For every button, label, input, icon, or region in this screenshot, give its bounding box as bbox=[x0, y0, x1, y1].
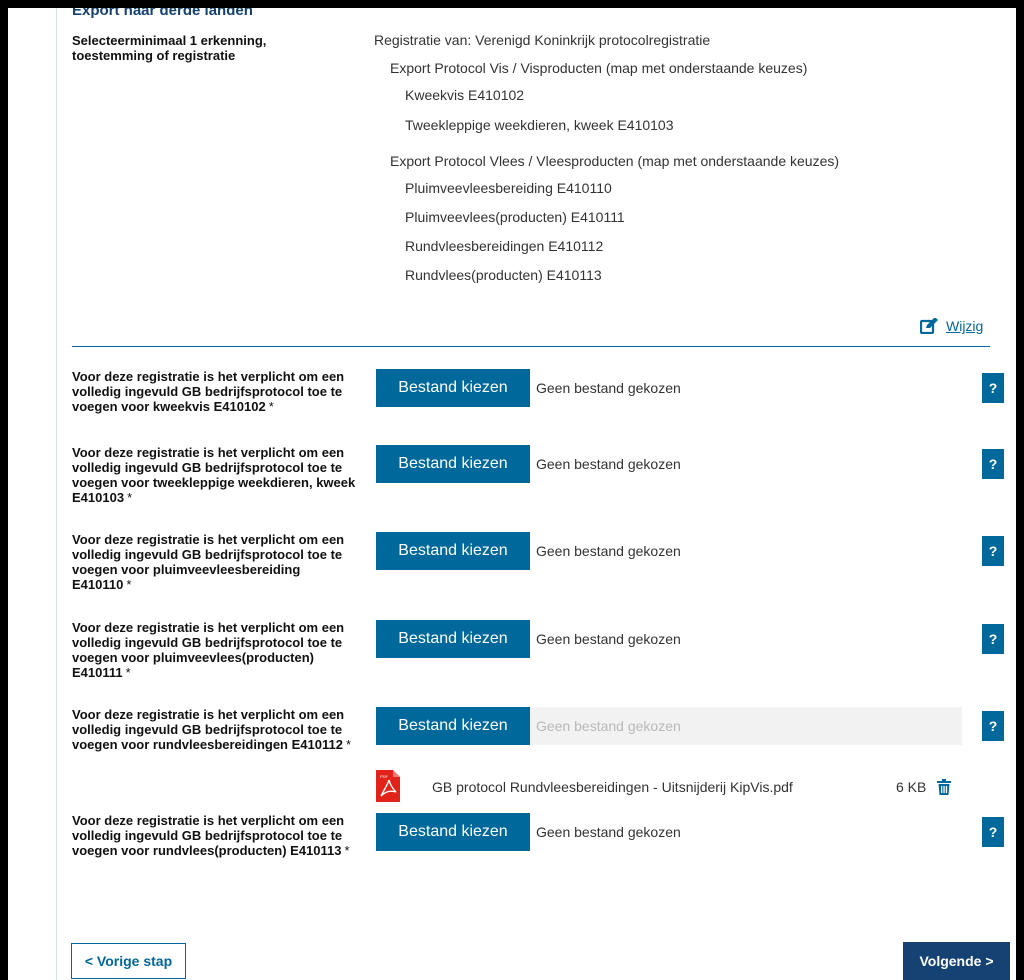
file-uploader: Bestand kiezen Geen bestand gekozen bbox=[376, 813, 962, 851]
upload-label: Voor deze registratie is het verplicht o… bbox=[72, 707, 362, 752]
required-marker: * bbox=[125, 665, 131, 680]
choose-file-button[interactable]: Bestand kiezen bbox=[376, 707, 530, 745]
file-status: Geen bestand gekozen bbox=[536, 824, 681, 840]
choose-file-button[interactable]: Bestand kiezen bbox=[376, 813, 530, 851]
previous-step-button[interactable]: < Vorige stap bbox=[71, 943, 186, 979]
required-marker: * bbox=[344, 843, 350, 858]
selection-label: Selecteerminimaal 1 erkenning, toestemmi… bbox=[72, 33, 267, 63]
section-title: Export naar derde landen bbox=[72, 8, 253, 19]
upload-label-text: Voor deze registratie is het verplicht o… bbox=[72, 813, 345, 858]
upload-label: Voor deze registratie is het verplicht o… bbox=[72, 532, 362, 592]
tree-root: Registratie van: Verenigd Koninkrijk pro… bbox=[374, 32, 711, 48]
file-status: Geen bestand gekozen bbox=[536, 543, 681, 559]
uploaded-file-size: 6 KB bbox=[896, 779, 927, 795]
trash-icon[interactable] bbox=[937, 779, 951, 800]
file-status: Geen bestand gekozen bbox=[536, 631, 681, 647]
required-marker: * bbox=[268, 399, 274, 414]
upload-label: Voor deze registratie is het verplicht o… bbox=[72, 813, 362, 858]
upload-label: Voor deze registratie is het verplicht o… bbox=[72, 620, 362, 680]
choose-file-button[interactable]: Bestand kiezen bbox=[376, 369, 530, 407]
help-button[interactable]: ? bbox=[982, 449, 1004, 479]
help-button[interactable]: ? bbox=[982, 817, 1004, 847]
file-uploader: Bestand kiezen Geen bestand gekozen bbox=[376, 369, 962, 407]
file-uploader: Bestand kiezen Geen bestand gekozen bbox=[376, 620, 962, 658]
file-status: Geen bestand gekozen bbox=[536, 718, 681, 734]
tree-item-pluimveevleesbereiding: Pluimveevleesbereiding E410110 bbox=[405, 180, 612, 196]
form-page: Export naar derde landen Selecteerminima… bbox=[8, 8, 1016, 980]
upload-label: Voor deze registratie is het verplicht o… bbox=[72, 445, 362, 505]
choose-file-button[interactable]: Bestand kiezen bbox=[376, 445, 530, 483]
section-divider bbox=[72, 346, 990, 347]
next-button[interactable]: Volgende > bbox=[903, 942, 1010, 980]
tree-item-rundvleesbereidingen: Rundvleesbereidingen E410112 bbox=[405, 238, 604, 254]
upload-label-text: Voor deze registratie is het verplicht o… bbox=[72, 532, 345, 592]
required-marker: * bbox=[127, 490, 133, 505]
required-marker: * bbox=[126, 577, 132, 592]
help-button[interactable]: ? bbox=[982, 624, 1004, 654]
tree-item-rundvlees: Rundvlees(producten) E410113 bbox=[405, 267, 602, 283]
left-border-line bbox=[56, 8, 57, 980]
help-button[interactable]: ? bbox=[982, 373, 1004, 403]
uploaded-file-row: PDF GB protocol Rundvleesbereidingen - U… bbox=[376, 770, 962, 804]
pdf-file-icon: PDF bbox=[376, 770, 400, 807]
choose-file-button[interactable]: Bestand kiezen bbox=[376, 532, 530, 570]
required-marker: * bbox=[345, 737, 352, 752]
help-button[interactable]: ? bbox=[982, 536, 1004, 566]
upload-label-text: Voor deze registratie is het verplicht o… bbox=[72, 620, 345, 680]
uploaded-file-name[interactable]: GB protocol Rundvleesbereidingen - Uitsn… bbox=[432, 779, 793, 795]
edit-label: Wijzig bbox=[946, 318, 984, 334]
tree-item-tweekleppige: Tweekleppige weekdieren, kweek E410103 bbox=[405, 117, 674, 133]
file-uploader: Bestand kiezen Geen bestand gekozen bbox=[376, 532, 962, 570]
tree-item-pluimveevlees: Pluimveevlees(producten) E410111 bbox=[405, 209, 625, 225]
tree-group-vlees: Export Protocol Vlees / Vleesproducten (… bbox=[390, 153, 840, 169]
edit-icon bbox=[920, 318, 938, 334]
upload-label-text: Voor deze registratie is het verplicht o… bbox=[72, 445, 356, 505]
upload-label-text: Voor deze registratie is het verplicht o… bbox=[72, 707, 345, 752]
upload-label: Voor deze registratie is het verplicht o… bbox=[72, 369, 362, 414]
edit-link[interactable]: Wijzig bbox=[920, 318, 983, 334]
file-status: Geen bestand gekozen bbox=[536, 380, 681, 396]
file-status: Geen bestand gekozen bbox=[536, 456, 681, 472]
file-uploader: Bestand kiezen Geen bestand gekozen bbox=[376, 445, 962, 483]
tree-item-kweekvis: Kweekvis E410102 bbox=[405, 87, 525, 103]
pdf-icon-label: PDF bbox=[380, 774, 389, 779]
help-button[interactable]: ? bbox=[982, 711, 1004, 741]
tree-group-vis: Export Protocol Vis / Visproducten (map … bbox=[390, 60, 808, 76]
choose-file-button[interactable]: Bestand kiezen bbox=[376, 620, 530, 658]
upload-label-text: Voor deze registratie is het verplicht o… bbox=[72, 369, 345, 414]
file-uploader: Bestand kiezen Geen bestand gekozen bbox=[376, 707, 962, 745]
